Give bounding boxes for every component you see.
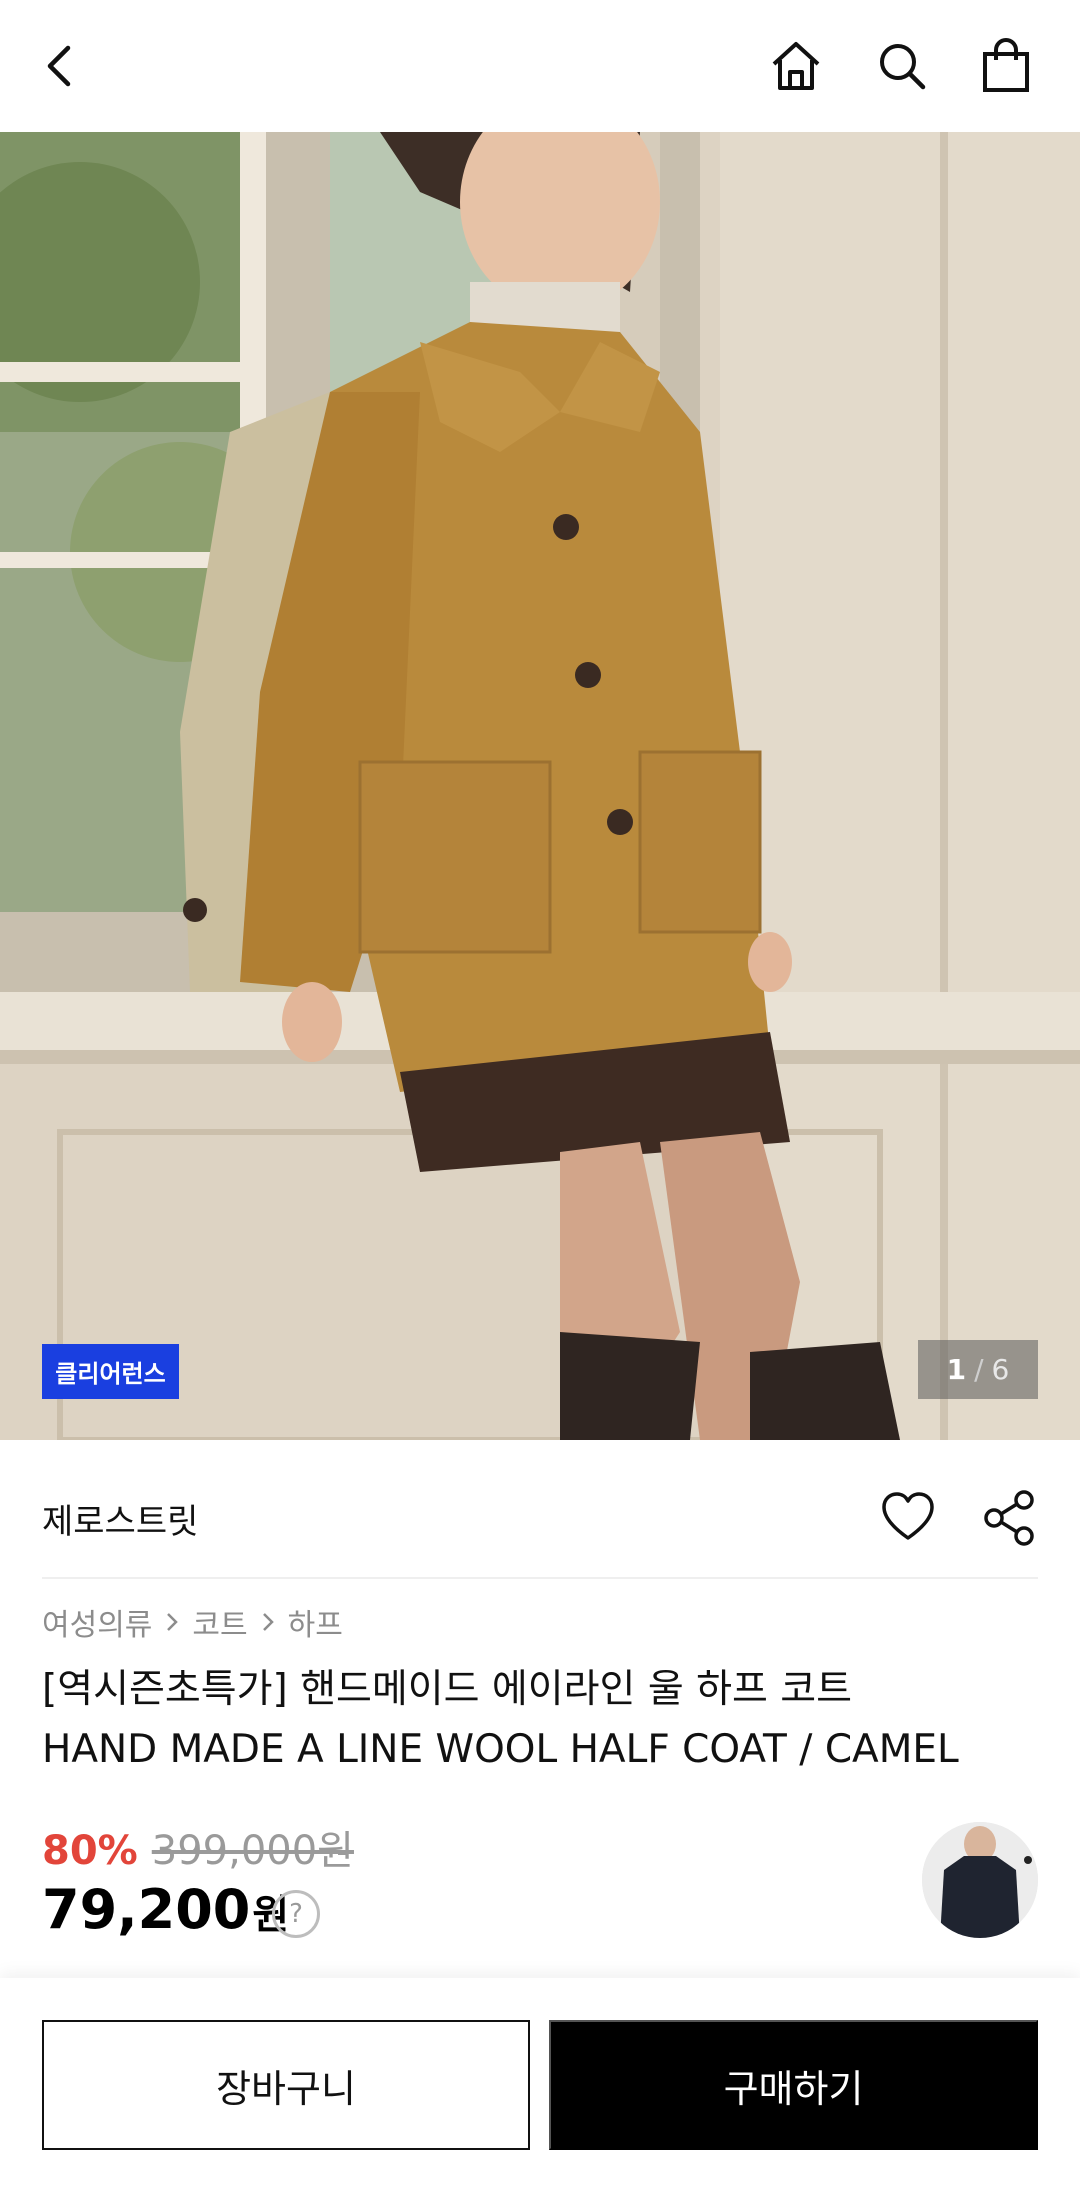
product-photo [0,132,1080,1440]
share-icon[interactable] [980,1488,1040,1548]
image-counter: 1 / 6 [918,1340,1038,1399]
breadcrumb-women-clothing[interactable]: 여성의류 [42,1600,152,1644]
add-to-cart-button[interactable]: 장바구니 [42,2020,530,2150]
heart-icon[interactable] [878,1488,938,1548]
breadcrumb: 여성의류 코트 하프 [42,1600,343,1644]
final-price-row: 79,200 원 [42,1878,289,1941]
price-help-icon[interactable]: ? [272,1890,320,1938]
back-arrow-icon[interactable] [24,30,96,102]
original-price: 399,000원 [151,1828,354,1874]
brand-name[interactable]: 제로스트릿 [42,1494,198,1543]
total-image-count: 6 [991,1353,1010,1386]
current-image-index: 1 [946,1353,967,1386]
clearance-badge: 클리어런스 [42,1344,179,1399]
search-icon[interactable] [866,30,938,102]
chevron-right-icon [164,1610,180,1634]
recommended-product-thumbnail[interactable] [922,1822,1038,1938]
breadcrumb-coat[interactable]: 코트 [192,1600,247,1644]
home-icon[interactable] [760,30,832,102]
price-discount-row: 80% 399,000원 [42,1818,354,1876]
counter-separator: / [974,1353,984,1386]
final-price: 79,200 [42,1878,251,1941]
product-title: [역시즌초특가] 핸드메이드 에이라인 울 하프 코트 HAND MADE A … [42,1660,1052,1780]
discount-rate: 80% [42,1828,138,1874]
product-title-korean: [역시즌초특가] 핸드메이드 에이라인 울 하프 코트 [42,1667,853,1712]
buy-now-button[interactable]: 구매하기 [549,2020,1038,2150]
breadcrumb-half[interactable]: 하프 [288,1600,343,1644]
top-nav-bar [0,0,1080,132]
product-image-carousel[interactable] [0,132,1080,1440]
chevron-right-icon [260,1610,276,1634]
shopping-bag-icon[interactable] [970,30,1042,102]
section-divider [42,1577,1038,1579]
product-title-english: HAND MADE A LINE WOOL HALF COAT / CAMEL [42,1727,959,1772]
